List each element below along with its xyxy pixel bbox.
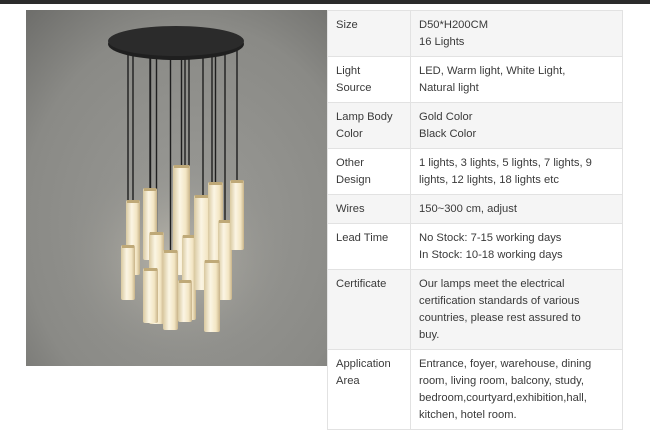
spec-value: LED, Warm light, White Light, Natural lig… — [410, 56, 623, 103]
pendant-cap — [231, 180, 243, 183]
spec-value-line: 16 Lights — [419, 36, 465, 48]
spec-value-line: In Stock: 10-18 working days — [419, 249, 563, 261]
spec-value-line: buy. — [419, 329, 440, 341]
pendant-cap — [150, 232, 163, 235]
spec-value-line: 150~300 cm, adjust — [419, 203, 517, 215]
pendant-cap — [174, 165, 189, 168]
spec-row: Lead Time No Stock: 7-15 working days In S… — [327, 223, 623, 270]
spec-value: Entrance, foyer, warehouse, dining room, … — [410, 349, 623, 430]
spec-value-line: Natural light — [419, 82, 479, 94]
spec-row: Size D50*H200CM 16 Lights — [327, 10, 623, 57]
spec-value-line: kitchen, hotel room. — [419, 409, 517, 421]
pendant-tube — [121, 245, 135, 300]
spec-key-line: Size — [336, 19, 358, 31]
spec-row: Lamp Body Color Gold Color Black Color — [327, 102, 623, 149]
spec-row: Other Design 1 lights, 3 lights, 5 lights,… — [327, 148, 623, 195]
spec-table: Size D50*H200CM 16 Lights Light Source LED, W… — [327, 10, 623, 430]
spec-value: 1 lights, 3 lights, 5 lights, 7 lights, … — [410, 148, 623, 195]
pendant-cap — [219, 220, 231, 223]
spec-value: Our lamps meet the electrical certificati… — [410, 269, 623, 350]
spec-key: Other Design — [327, 148, 411, 195]
spec-row: Light Source LED, Warm light, White Light,… — [327, 56, 623, 103]
spec-key: Application Area — [327, 349, 411, 430]
top-strip — [0, 0, 650, 4]
spec-value: D50*H200CM 16 Lights — [410, 10, 623, 57]
pendant-cap — [205, 260, 219, 263]
spec-value-line: Gold Color — [419, 111, 473, 123]
spec-key: Lamp Body Color — [327, 102, 411, 149]
spec-key-line: Lead Time — [336, 232, 389, 244]
pendant-tube — [204, 260, 220, 332]
spec-value-line: Entrance, foyer, warehouse, dining — [419, 358, 592, 370]
pendant-cap — [183, 235, 195, 238]
pendant-cap — [127, 200, 139, 203]
spec-value-line: bedroom,courtyard,exhibition,hall, — [419, 392, 587, 404]
pendant-cap — [122, 245, 134, 248]
spec-key: Size — [327, 10, 411, 57]
spec-key-line: Lamp Body — [336, 111, 393, 123]
pendant-tube — [230, 180, 244, 250]
pendant-cap — [144, 268, 157, 271]
product-photo — [26, 10, 328, 366]
pendant-cap — [209, 182, 222, 185]
spec-key: Wires — [327, 194, 411, 224]
spec-key-line: Wires — [336, 203, 365, 215]
spec-value-line: 1 lights, 3 lights, 5 lights, 7 lights, … — [419, 157, 592, 169]
pendant-tube — [218, 220, 232, 300]
spec-row: Certificate Our lamps meet the electrical… — [327, 269, 623, 350]
pendant-tube — [178, 280, 192, 322]
spec-key-line: Light — [336, 65, 361, 77]
spec-key-line: Application — [336, 358, 391, 370]
spec-value-line: No Stock: 7-15 working days — [419, 232, 562, 244]
spec-key-line: Certificate — [336, 278, 387, 290]
spec-key: Certificate — [327, 269, 411, 350]
spec-value: No Stock: 7-15 working days In Stock: 10-… — [410, 223, 623, 270]
spec-value-line: lights, 12 lights, 18 lights etc — [419, 174, 559, 186]
pendant-cap — [144, 188, 156, 191]
spec-value-line: countries, please rest assured to — [419, 312, 581, 324]
spec-value-line: D50*H200CM — [419, 19, 489, 31]
spec-value-line: certification standards of various — [419, 295, 580, 307]
spec-key: Lead Time — [327, 223, 411, 270]
spec-row: Wires 150~300 cm, adjust — [327, 194, 623, 224]
spec-value-line: Our lamps meet the electrical — [419, 278, 565, 290]
spec-row: Application Area Entrance, foyer, warehous… — [327, 349, 623, 430]
pendant-tube — [163, 250, 178, 330]
spec-key-line: Other — [336, 157, 364, 169]
pendant-cap — [164, 250, 177, 253]
spec-key-line: Color — [336, 128, 363, 140]
spec-key-line: Source — [336, 82, 372, 94]
spec-key: Light Source — [327, 56, 411, 103]
pendant-tube — [143, 268, 158, 323]
spec-key-line: Design — [336, 174, 371, 186]
spec-value-line: Black Color — [419, 128, 477, 140]
spec-value: 150~300 cm, adjust — [410, 194, 623, 224]
pendant-cap — [179, 280, 191, 283]
spec-value-line: room, living room, balcony, study, — [419, 375, 584, 387]
spec-value: Gold Color Black Color — [410, 102, 623, 149]
spec-key-line: Area — [336, 375, 360, 387]
spec-value-line: LED, Warm light, White Light, — [419, 65, 566, 77]
